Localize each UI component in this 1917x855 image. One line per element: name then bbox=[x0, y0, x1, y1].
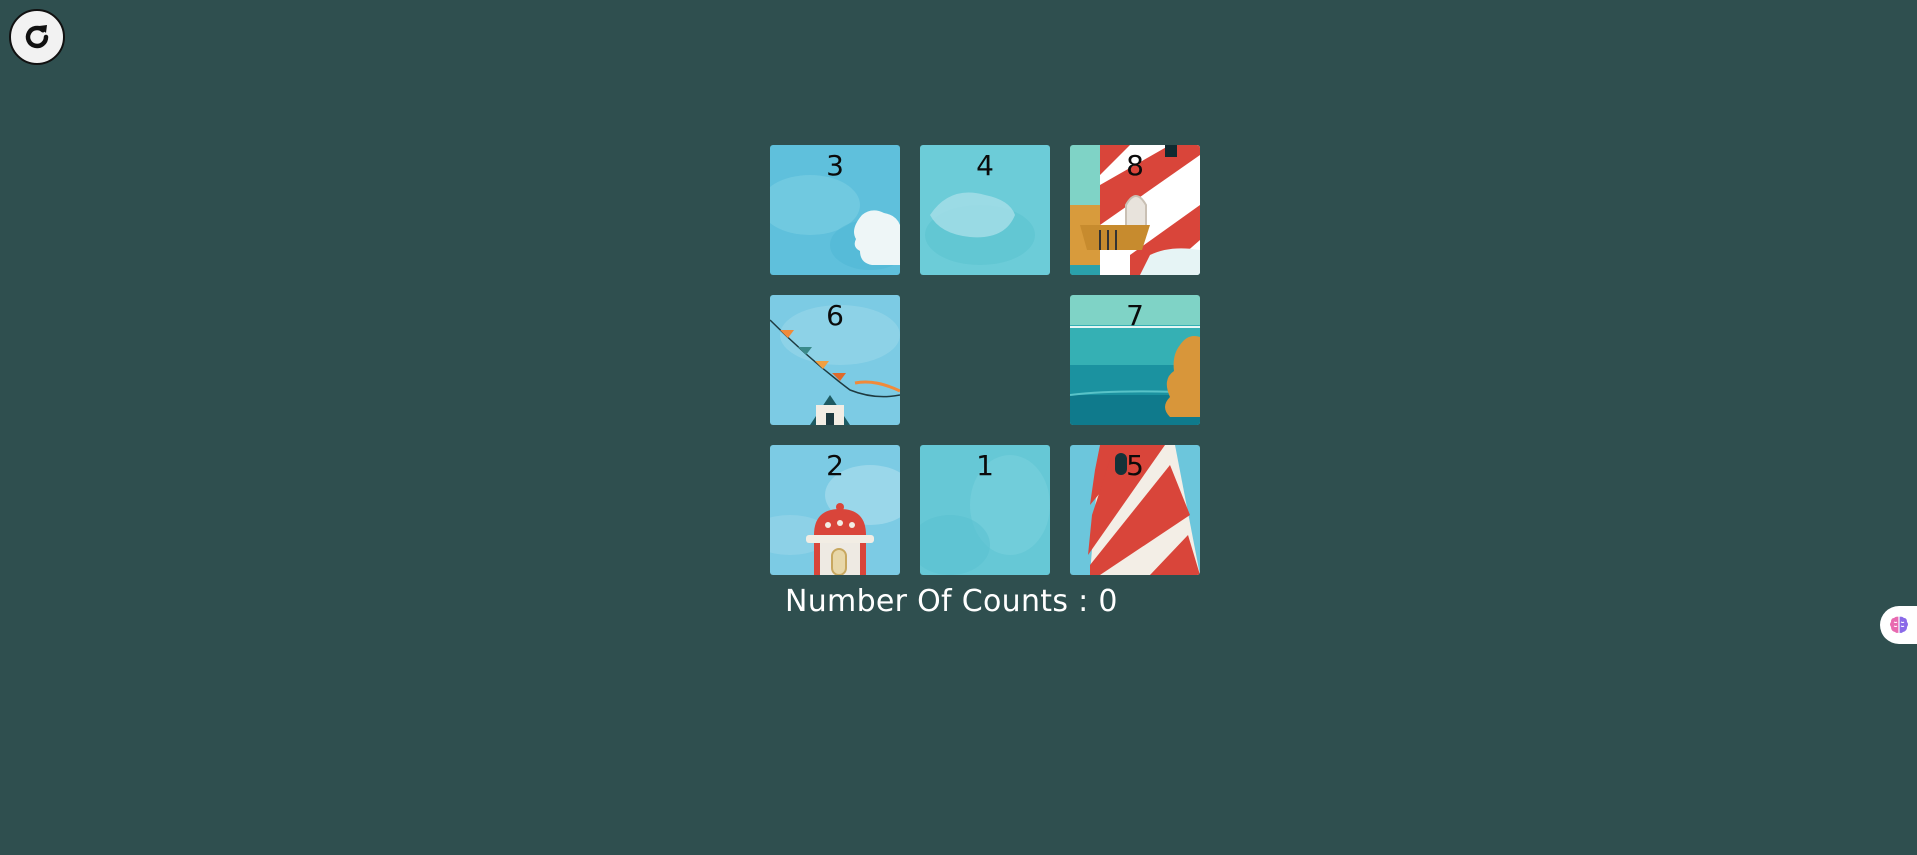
puzzle-tile-7[interactable]: 7 bbox=[1070, 295, 1200, 425]
empty-slot bbox=[920, 295, 1050, 425]
tile-number: 5 bbox=[1126, 449, 1144, 482]
tile-number: 6 bbox=[826, 299, 844, 332]
tile-number: 8 bbox=[1126, 149, 1144, 182]
extension-button[interactable] bbox=[1880, 606, 1917, 644]
tile-number: 7 bbox=[1126, 299, 1144, 332]
puzzle-tile-4[interactable]: 4 bbox=[920, 145, 1050, 275]
puzzle-board: 3 4 8 6 7 2 1 5 bbox=[770, 145, 1200, 575]
tile-number: 1 bbox=[976, 449, 994, 482]
tile-number: 4 bbox=[976, 149, 994, 182]
restart-button[interactable] bbox=[9, 9, 65, 65]
puzzle-tile-1[interactable]: 1 bbox=[920, 445, 1050, 575]
move-counter: Number Of Counts : 0 bbox=[785, 584, 1118, 619]
puzzle-tile-2[interactable]: 2 bbox=[770, 445, 900, 575]
tile-number: 2 bbox=[826, 449, 844, 482]
puzzle-tile-8[interactable]: 8 bbox=[1070, 145, 1200, 275]
tile-number: 3 bbox=[826, 149, 844, 182]
restart-icon bbox=[25, 25, 49, 49]
puzzle-tile-6[interactable]: 6 bbox=[770, 295, 900, 425]
puzzle-tile-5[interactable]: 5 bbox=[1070, 445, 1200, 575]
brain-icon bbox=[1890, 616, 1908, 633]
puzzle-tile-3[interactable]: 3 bbox=[770, 145, 900, 275]
